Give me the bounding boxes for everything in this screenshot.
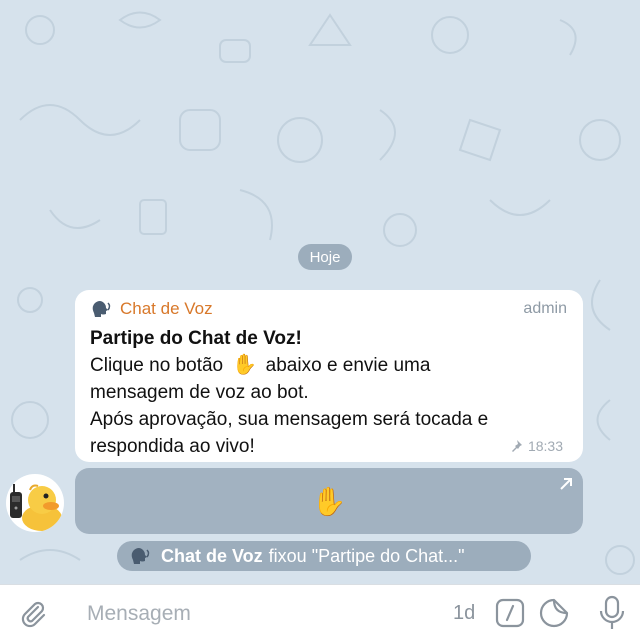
sticker-icon[interactable] [538, 597, 570, 629]
message-text: respondida ao vivo! [90, 436, 255, 457]
message-title: Partipe do Chat de Voz! [90, 328, 302, 349]
pinned-service-message[interactable]: Chat de Voz fixou "Partipe do Chat..." [117, 541, 531, 571]
speaking-head-icon [92, 301, 111, 317]
service-actor: Chat de Voz [161, 545, 263, 566]
open-link-arrow-icon [560, 478, 572, 490]
admin-badge: admin [523, 300, 567, 317]
sender-name[interactable]: Chat de Voz [120, 299, 213, 319]
message-text: mensagem de voz ao bot. [90, 382, 309, 403]
date-separator: Hoje [298, 244, 352, 270]
message-text: Após aprovação, sua mensagem será tocada… [90, 409, 489, 430]
message-line: Clique no botão ✋ abaixo e envie uma [90, 352, 567, 379]
message-bubble[interactable]: Chat de Voz admin Partipe do Chat de Voz… [75, 290, 583, 462]
message-header: Chat de Voz admin [90, 296, 567, 322]
message-text: Clique no botão [90, 355, 224, 376]
pin-icon [511, 440, 522, 452]
microphone-icon[interactable] [598, 595, 626, 631]
message-composer: Mensagem 1d [0, 584, 640, 641]
bot-commands-icon[interactable] [495, 598, 525, 628]
speaking-head-icon [131, 548, 150, 564]
raised-hand-icon: ✋ [311, 485, 347, 517]
message-input[interactable]: Mensagem [87, 602, 191, 626]
attach-icon[interactable] [17, 598, 49, 630]
inline-keyboard-button[interactable]: ✋ [75, 468, 583, 534]
auto-delete-timer[interactable]: 1d [453, 602, 475, 625]
message-text: abaixo e envie uma [265, 355, 431, 376]
message-meta: 18:33 [509, 438, 563, 454]
service-action: fixou "Partipe do Chat..." [268, 545, 465, 566]
avatar[interactable] [6, 474, 64, 532]
raised-hand-icon: ✋ [231, 354, 257, 376]
message-time: 18:33 [527, 438, 563, 454]
